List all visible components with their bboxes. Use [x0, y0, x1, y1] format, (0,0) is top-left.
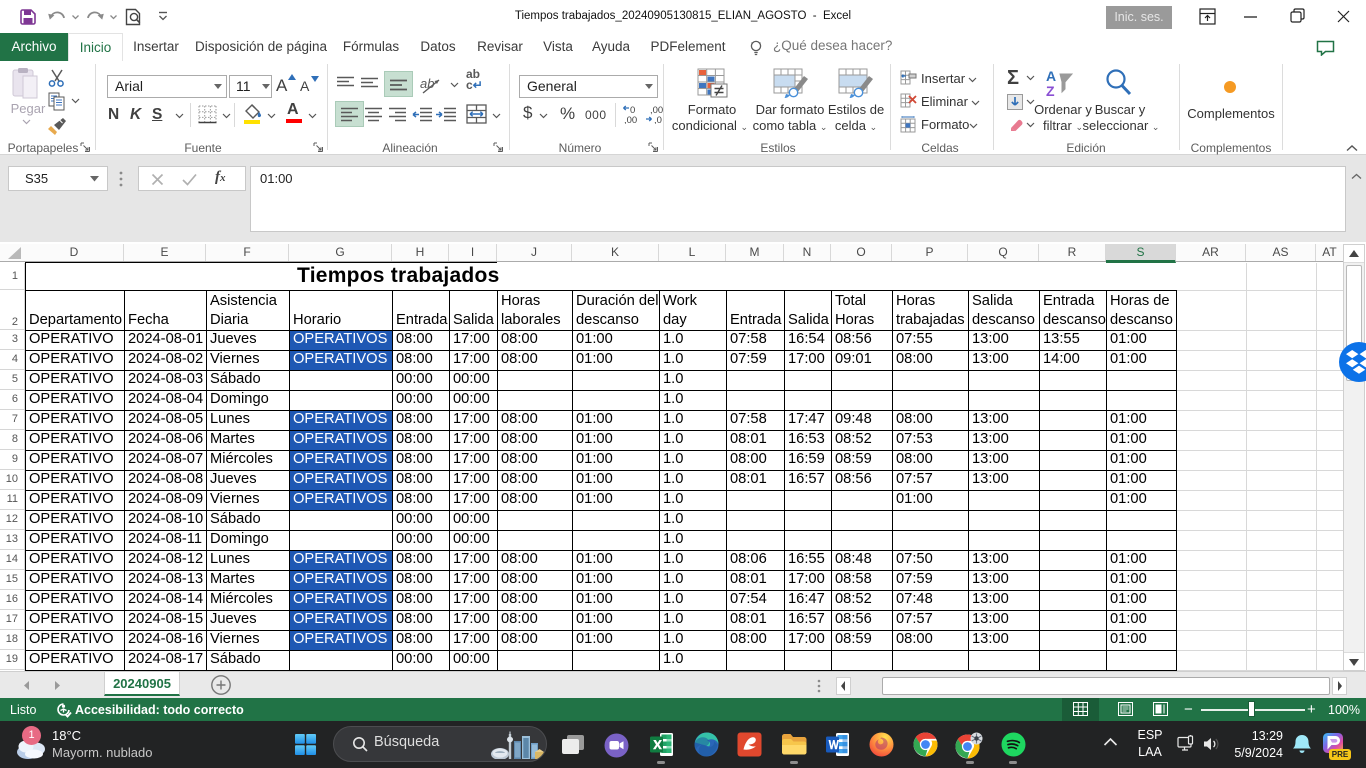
svg-text:Z: Z	[1046, 83, 1055, 99]
svg-text:A: A	[1046, 68, 1056, 84]
svg-text:,00: ,00	[624, 115, 637, 124]
